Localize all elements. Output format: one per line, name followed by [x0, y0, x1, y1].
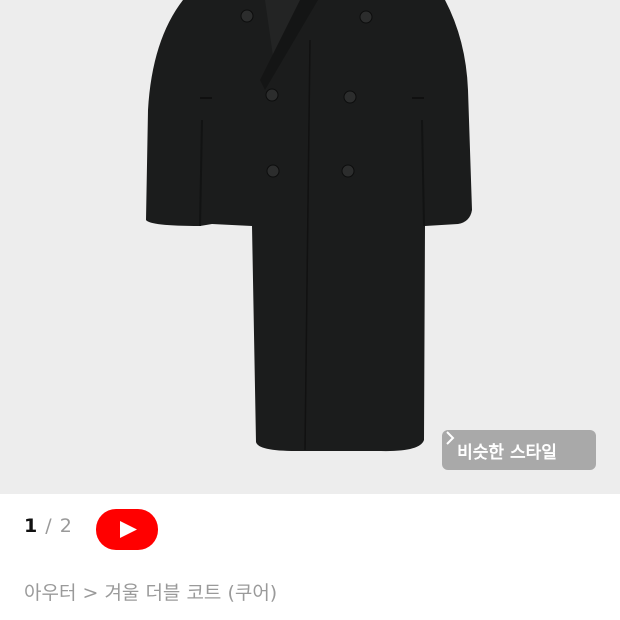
black-double-breasted-coat-photo [146, 0, 472, 452]
chevron-right-icon [446, 431, 585, 458]
similar-style-label: 비슷한 스타일 [457, 442, 557, 463]
pager-current: 1 [24, 515, 39, 537]
pager-separator: / [45, 515, 53, 537]
pager-total: 2 [59, 515, 73, 537]
image-pager: 1 / 2 [24, 515, 73, 537]
product-photo[interactable]: 비슷한 스타일 [0, 0, 620, 494]
youtube-play-icon [96, 509, 158, 550]
video-play-button[interactable] [96, 509, 158, 550]
similar-style-button[interactable]: 비슷한 스타일 [442, 430, 596, 470]
category-breadcrumb[interactable]: 아우터 > 겨울 더블 코트 (쿠어) [24, 578, 277, 605]
